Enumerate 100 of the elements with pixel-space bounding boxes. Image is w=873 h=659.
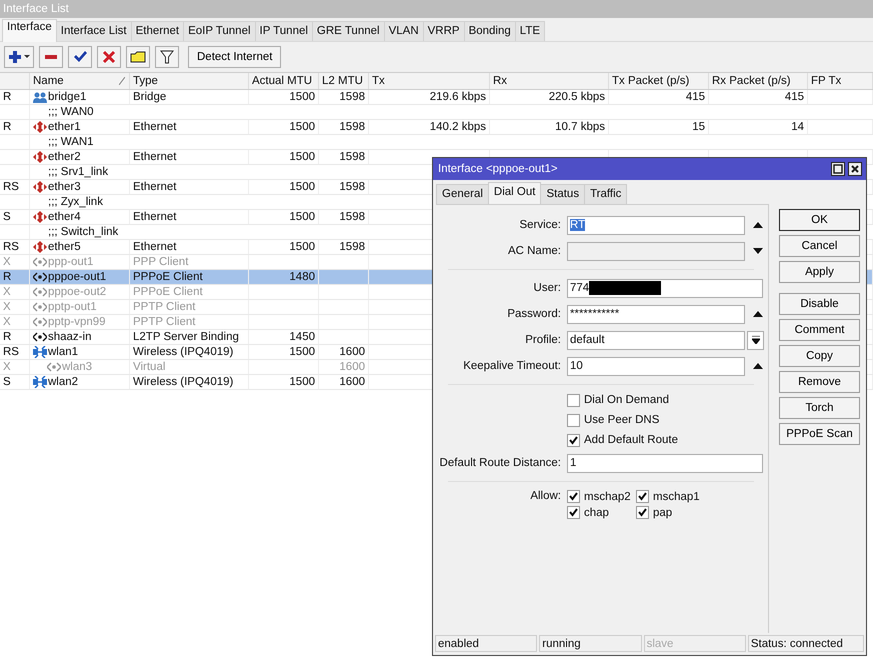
table-cell: X (3, 256, 11, 268)
tab[interactable]: Traffic (584, 184, 628, 204)
input-field[interactable]: 10 (567, 356, 745, 376)
tab[interactable]: VLAN (384, 21, 424, 41)
tab[interactable]: Interface (2, 19, 57, 42)
dialog-button[interactable]: Disable (779, 293, 860, 315)
sort-icon (119, 77, 125, 85)
comment-button[interactable] (126, 46, 150, 68)
tab[interactable]: General (436, 184, 489, 204)
table-cell: Ethernet (133, 241, 176, 253)
field-label: Profile: (524, 334, 562, 346)
table-cell: X (3, 361, 11, 373)
ethernet-icon (33, 181, 47, 193)
enable-button[interactable] (68, 46, 92, 68)
input-field[interactable]: 774 (567, 278, 763, 298)
tab[interactable]: EoIP Tunnel (183, 21, 256, 41)
table-cell: wlan2 (48, 375, 78, 389)
column-header[interactable]: Type (130, 73, 249, 89)
dialog-button[interactable]: Remove (779, 371, 860, 393)
tab[interactable]: VRRP (422, 21, 465, 41)
table-cell: Virtual (133, 361, 166, 373)
checkbox-label: Dial On Demand (584, 394, 670, 406)
table-cell: R (3, 271, 12, 283)
input-field[interactable]: RT (567, 216, 745, 234)
dialog-button[interactable]: PPPoE Scan (779, 423, 860, 445)
table-cell: RS (3, 181, 19, 193)
tunnel-icon (47, 362, 61, 372)
checkbox[interactable] (567, 506, 580, 519)
table-cell: Ethernet (133, 211, 176, 223)
wireless-icon (33, 346, 47, 358)
column-header[interactable]: FP Tx (808, 73, 873, 89)
down-arrow-icon[interactable] (753, 248, 763, 254)
column-header[interactable]: Rx (490, 73, 609, 89)
up-arrow-icon[interactable] (753, 222, 763, 228)
checkbox-label: Add Default Route (584, 434, 678, 446)
column-header[interactable]: Actual MTU (249, 73, 319, 89)
tab[interactable]: Ethernet (130, 21, 184, 41)
cross-icon (101, 50, 117, 64)
dialog-button[interactable]: Cancel (779, 235, 860, 257)
table-cell: 1500 (289, 211, 315, 223)
dropdown-button[interactable] (747, 330, 764, 350)
input-field[interactable]: default (567, 330, 745, 350)
add-button[interactable] (4, 46, 34, 68)
table-cell: 1598 (339, 181, 365, 193)
table-cell: RS (3, 346, 19, 358)
column-header[interactable]: L2 MTU (319, 73, 369, 89)
tab[interactable]: LTE (514, 21, 546, 41)
table-cell: ether1 (48, 120, 81, 134)
up-arrow-icon[interactable] (753, 311, 763, 317)
wireless-icon (33, 376, 47, 388)
up-arrow-icon[interactable] (753, 363, 763, 369)
detect-internet-button[interactable]: Detect Internet (188, 46, 282, 68)
tab[interactable]: IP Tunnel (254, 21, 313, 41)
checkbox[interactable] (636, 506, 649, 519)
table-cell: 1500 (289, 121, 315, 133)
table-cell: 415 (686, 91, 705, 103)
table-cell: ppp-out1 (48, 255, 94, 269)
column-header[interactable]: Rx Packet (p/s) (709, 73, 808, 89)
table-cell: Wireless (IPQ4019) (133, 346, 234, 358)
maximize-icon[interactable] (831, 162, 845, 176)
table-cell: Ethernet (133, 151, 176, 163)
filter-button[interactable] (155, 46, 179, 68)
tab[interactable]: Status (540, 184, 586, 204)
row-comment: ;;; Switch_link (48, 226, 118, 238)
input-field[interactable]: 1 (567, 454, 763, 472)
disable-button[interactable] (97, 46, 121, 68)
dialog-title: Interface <pppoe-out1> (438, 163, 558, 175)
input-field[interactable]: *********** (567, 304, 745, 324)
table-cell: PPP Client (133, 256, 188, 268)
checkbox[interactable] (567, 394, 580, 406)
dialog-button[interactable]: Apply (779, 261, 860, 283)
row-comment: ;;; WAN1 (48, 136, 94, 148)
table-cell: S (3, 376, 11, 388)
table-cell: X (3, 286, 11, 298)
checkbox[interactable] (567, 434, 580, 446)
dialog-button[interactable]: Comment (779, 319, 860, 341)
tab[interactable]: Interface List (56, 21, 132, 41)
dialog-button[interactable]: Copy (779, 345, 860, 367)
remove-button[interactable] (39, 46, 63, 68)
ethernet-icon (33, 151, 47, 163)
dialog-button[interactable]: OK (779, 209, 860, 231)
table-cell: X (3, 316, 11, 328)
check-icon (72, 50, 88, 64)
column-header[interactable]: Tx (369, 73, 490, 89)
column-header[interactable]: Tx Packet (p/s) (609, 73, 709, 89)
filter-icon (159, 49, 175, 65)
close-icon[interactable] (848, 162, 862, 176)
tab[interactable]: GRE Tunnel (312, 21, 385, 41)
checkbox[interactable] (636, 490, 649, 503)
table-cell: ether3 (48, 180, 81, 194)
tab[interactable]: Bonding (464, 21, 516, 41)
column-header[interactable]: Name (30, 73, 130, 89)
checkbox[interactable] (567, 490, 580, 503)
checkbox[interactable] (567, 414, 580, 426)
ethernet-icon (33, 241, 47, 253)
field-label: Password: (506, 308, 562, 320)
ethernet-icon (33, 121, 47, 133)
dialog-button[interactable]: Torch (779, 397, 860, 419)
table-cell: Bridge (133, 91, 166, 103)
table-cell: ether4 (48, 210, 81, 224)
